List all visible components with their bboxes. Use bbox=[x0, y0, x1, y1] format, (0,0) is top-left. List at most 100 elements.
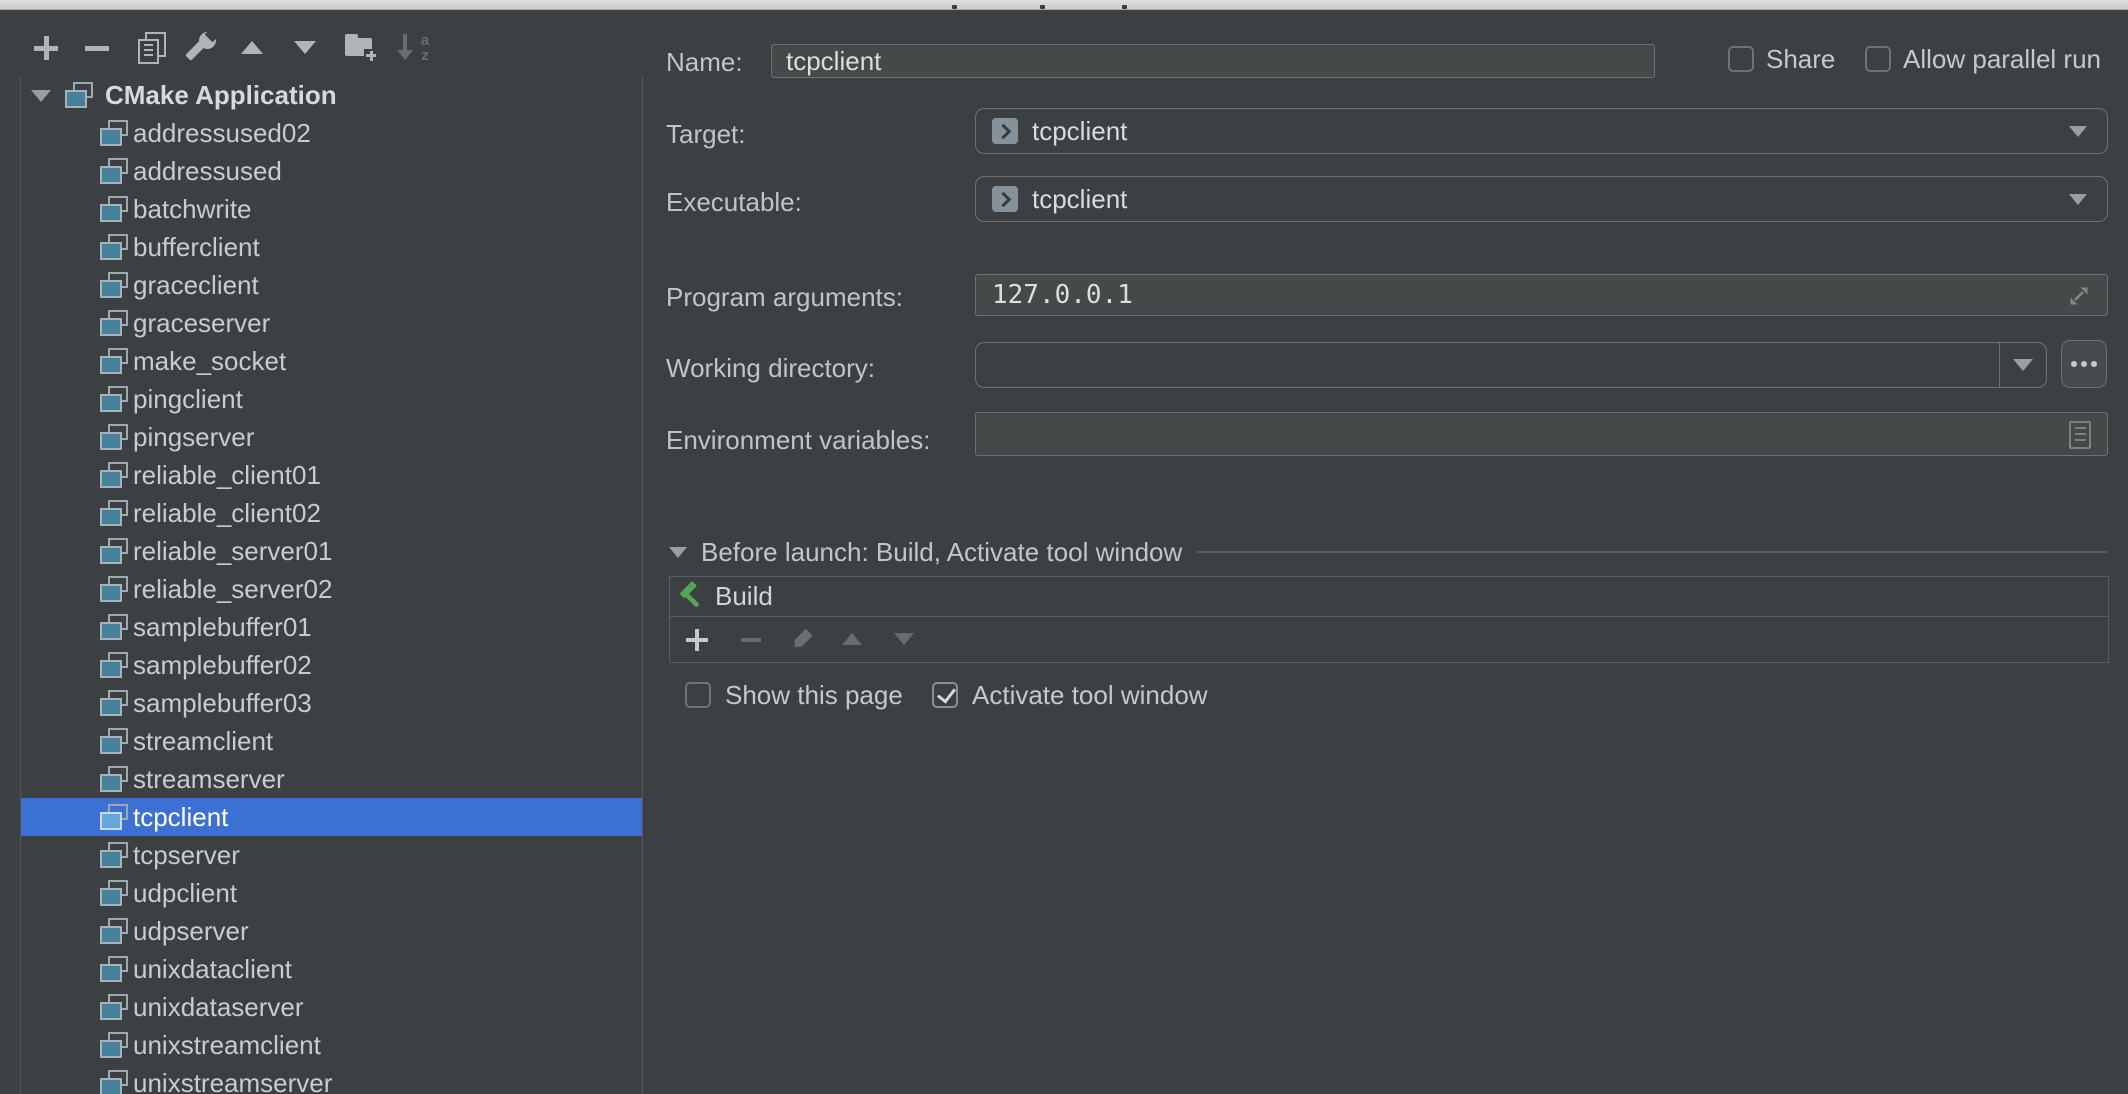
share-label[interactable]: Share bbox=[1766, 46, 1835, 73]
cmake-application-icon bbox=[100, 994, 130, 1020]
tree-item[interactable]: addressused02 bbox=[21, 114, 642, 152]
tree-item-label: unixstreamclient bbox=[133, 1026, 321, 1064]
cmake-application-icon bbox=[100, 500, 130, 526]
tree-item[interactable]: reliable_server01 bbox=[21, 532, 642, 570]
remove-configuration-button[interactable] bbox=[85, 46, 109, 51]
before-launch-task-list: Build bbox=[669, 576, 2109, 663]
tree-item[interactable]: udpclient bbox=[21, 874, 642, 912]
tree-item[interactable]: streamserver bbox=[21, 760, 642, 798]
tree-item-label: pingserver bbox=[133, 418, 254, 456]
tree-item[interactable]: tcpserver bbox=[21, 836, 642, 874]
tree-item[interactable]: udpserver bbox=[21, 912, 642, 950]
create-folder-button[interactable] bbox=[344, 32, 376, 60]
tree-item[interactable]: streamclient bbox=[21, 722, 642, 760]
move-task-down-button[interactable] bbox=[894, 633, 914, 645]
activate-tool-window-label[interactable]: Activate tool window bbox=[972, 682, 1208, 709]
title-text-fragment bbox=[952, 5, 957, 9]
pencil-icon bbox=[791, 629, 813, 651]
chevron-down-icon[interactable] bbox=[31, 90, 51, 102]
tree-item-label: unixdataserver bbox=[133, 988, 304, 1026]
cmake-application-icon bbox=[100, 120, 130, 146]
remove-task-button[interactable] bbox=[741, 638, 761, 642]
expand-field-icon[interactable] bbox=[2065, 282, 2093, 310]
activate-tool-window-checkbox[interactable] bbox=[932, 682, 958, 708]
move-down-button[interactable] bbox=[294, 41, 316, 54]
share-checkbox[interactable] bbox=[1728, 46, 1754, 72]
before-launch-section-header[interactable]: Before launch: Build, Activate tool wind… bbox=[669, 538, 2108, 566]
cmake-application-icon bbox=[100, 766, 130, 792]
copy-configuration-button[interactable] bbox=[138, 32, 166, 64]
tree-item[interactable]: addressused bbox=[21, 152, 642, 190]
tree-item[interactable]: unixstreamclient bbox=[21, 1026, 642, 1064]
add-task-button[interactable] bbox=[686, 629, 708, 651]
tree-item[interactable]: unixdataclient bbox=[21, 950, 642, 988]
cmake-application-icon bbox=[65, 82, 95, 108]
name-input[interactable]: tcpclient bbox=[771, 44, 1655, 78]
tree-item[interactable]: reliable_server02 bbox=[21, 570, 642, 608]
tree-item-label: streamserver bbox=[133, 760, 285, 798]
executable-dropdown[interactable]: tcpclient bbox=[975, 176, 2108, 222]
tree-item[interactable]: tcpclient bbox=[21, 798, 642, 836]
tree-item[interactable]: unixstreamserver bbox=[21, 1064, 642, 1094]
cmake-application-icon bbox=[100, 196, 130, 222]
sort-configurations-button[interactable]: a z bbox=[394, 32, 432, 64]
paste-list-icon[interactable] bbox=[2069, 421, 2091, 449]
tree-item-label: pingclient bbox=[133, 380, 243, 418]
allow-parallel-run-label[interactable]: Allow parallel run bbox=[1903, 46, 2101, 73]
copy-icon bbox=[138, 32, 166, 64]
chevron-down-icon[interactable] bbox=[669, 547, 687, 558]
tree-item[interactable]: bufferclient bbox=[21, 228, 642, 266]
edit-task-button[interactable] bbox=[789, 627, 815, 653]
chevron-down-icon[interactable] bbox=[2069, 194, 2087, 205]
tree-item[interactable]: graceclient bbox=[21, 266, 642, 304]
environment-variables-input[interactable] bbox=[975, 412, 2108, 456]
allow-parallel-run-checkbox[interactable] bbox=[1865, 46, 1891, 72]
sort-alphabetically-icon: a z bbox=[394, 32, 432, 64]
edit-defaults-button[interactable] bbox=[187, 31, 219, 63]
combo-arrow-section[interactable] bbox=[1999, 343, 2046, 387]
cmake-application-icon bbox=[100, 1070, 130, 1094]
tree-item[interactable]: samplebuffer03 bbox=[21, 684, 642, 722]
tree-item[interactable]: pingserver bbox=[21, 418, 642, 456]
executable-value: tcpclient bbox=[1032, 177, 1127, 221]
move-up-button[interactable] bbox=[241, 41, 263, 54]
tree-item[interactable]: unixdataserver bbox=[21, 988, 642, 1026]
title-text-fragment bbox=[1040, 5, 1045, 9]
section-divider bbox=[1196, 551, 2108, 553]
tree-item[interactable]: samplebuffer01 bbox=[21, 608, 642, 646]
tree-item-label: addressused bbox=[133, 152, 282, 190]
working-directory-combobox[interactable] bbox=[975, 342, 2047, 388]
cmake-application-icon bbox=[100, 652, 130, 678]
chevron-down-icon[interactable] bbox=[2069, 126, 2087, 137]
tree-item[interactable]: pingclient bbox=[21, 380, 642, 418]
show-this-page-label[interactable]: Show this page bbox=[725, 682, 903, 709]
tree-item[interactable]: graceserver bbox=[21, 304, 642, 342]
name-value: tcpclient bbox=[786, 45, 881, 77]
tree-item[interactable]: reliable_client02 bbox=[21, 494, 642, 532]
name-label: Name: bbox=[666, 46, 743, 78]
tree-item[interactable]: batchwrite bbox=[21, 190, 642, 228]
browse-directory-button[interactable] bbox=[2061, 340, 2107, 388]
before-launch-task-build[interactable]: Build bbox=[670, 577, 2108, 617]
tree-item[interactable]: make_socket bbox=[21, 342, 642, 380]
tree-item-label: reliable_server02 bbox=[133, 570, 332, 608]
tree-item[interactable]: reliable_client01 bbox=[21, 456, 642, 494]
title-text-fragment bbox=[1122, 5, 1127, 9]
task-label: Build bbox=[715, 577, 773, 615]
program-arguments-input[interactable]: 127.0.0.1 bbox=[975, 274, 2108, 316]
target-dropdown[interactable]: tcpclient bbox=[975, 108, 2108, 154]
tree-item-label: reliable_server01 bbox=[133, 532, 332, 570]
cmake-application-icon bbox=[100, 272, 130, 298]
show-this-page-checkbox[interactable] bbox=[685, 682, 711, 708]
target-label: Target: bbox=[666, 118, 746, 150]
tree-item-label: addressused02 bbox=[133, 114, 311, 152]
tree-item-label: samplebuffer01 bbox=[133, 608, 312, 646]
tree-item[interactable]: samplebuffer02 bbox=[21, 646, 642, 684]
before-launch-toolbar bbox=[670, 617, 2108, 663]
move-task-up-button[interactable] bbox=[842, 633, 862, 645]
wrench-icon bbox=[187, 31, 219, 63]
cmake-application-icon bbox=[100, 386, 130, 412]
tree-group-cmake-application[interactable]: CMake Application bbox=[21, 76, 642, 114]
move-up-icon bbox=[241, 41, 263, 54]
cmake-application-icon bbox=[100, 1032, 130, 1058]
